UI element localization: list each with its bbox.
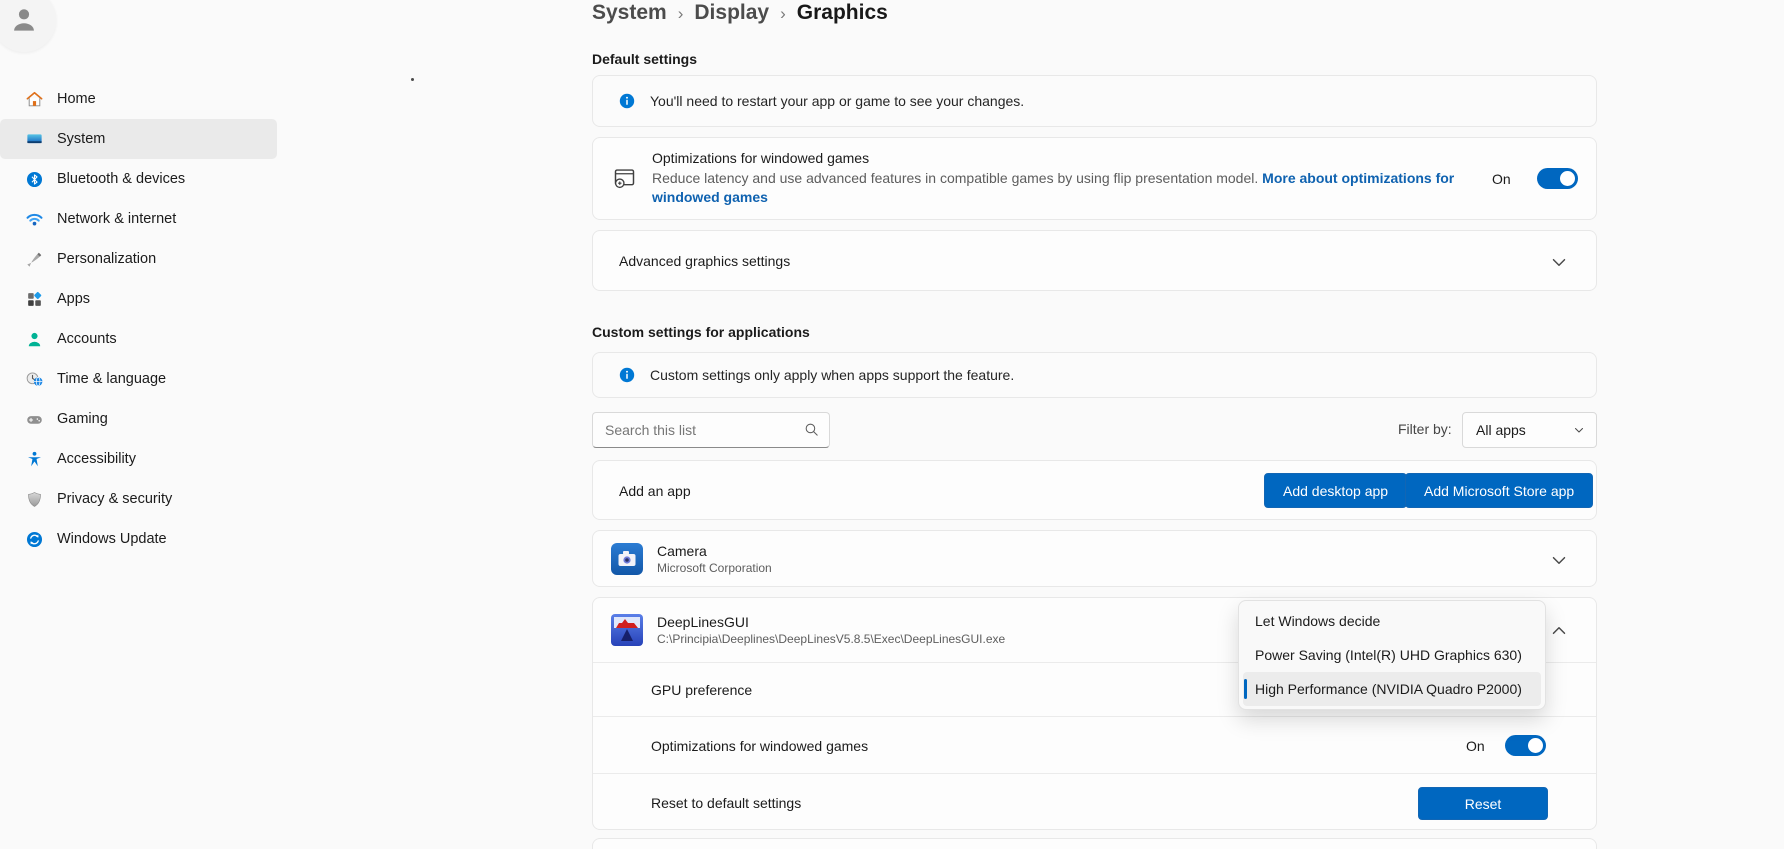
sidebar-item-label: Accounts xyxy=(57,331,117,347)
deeplines-optimizations-row: Optimizations for windowed games On xyxy=(593,716,1596,773)
gpu-preference-dropdown: Let Windows decide Power Saving (Intel(R… xyxy=(1238,600,1546,710)
breadcrumb-separator: › xyxy=(780,3,786,24)
info-icon xyxy=(618,92,636,110)
gaming-icon xyxy=(25,410,44,429)
windowed-games-icon xyxy=(611,165,638,192)
user-avatar[interactable] xyxy=(0,0,56,52)
sidebar-item-system[interactable]: System xyxy=(0,119,277,159)
chevron-up-icon[interactable] xyxy=(1548,620,1570,642)
sidebar-item-label: Personalization xyxy=(57,251,156,267)
sidebar-item-label: Time & language xyxy=(57,371,166,387)
time-language-icon xyxy=(25,370,44,389)
sidebar-item-gaming[interactable]: Gaming xyxy=(0,399,277,439)
windows-update-icon xyxy=(25,530,44,549)
system-icon xyxy=(25,130,44,149)
breadcrumb-display[interactable]: Display xyxy=(694,1,769,25)
info-icon xyxy=(618,366,636,384)
gpu-option-power-saving[interactable]: Power Saving (Intel(R) UHD Graphics 630) xyxy=(1243,638,1541,672)
sidebar-item-privacy[interactable]: Privacy & security xyxy=(0,479,277,519)
sidebar-item-label: System xyxy=(57,131,105,147)
chevron-down-icon xyxy=(1572,423,1586,437)
custom-settings-notice-banner: Custom settings only apply when apps sup… xyxy=(592,352,1597,398)
filter-by-label: Filter by: xyxy=(1398,421,1452,437)
breadcrumb-system[interactable]: System xyxy=(592,1,667,25)
windowed-games-toggle[interactable] xyxy=(1537,168,1578,189)
home-icon xyxy=(25,90,44,109)
custom-settings-notice-text: Custom settings only apply when apps sup… xyxy=(650,367,1014,383)
deeplines-app-name: DeepLinesGUI xyxy=(657,614,1005,630)
breadcrumb-separator: › xyxy=(678,3,684,24)
windowed-games-description: Reduce latency and use advanced features… xyxy=(652,169,1482,207)
person-icon xyxy=(7,3,41,37)
add-store-app-button[interactable]: Add Microsoft Store app xyxy=(1405,473,1593,508)
sidebar-item-home[interactable]: Home xyxy=(0,79,277,119)
camera-app-icon xyxy=(611,543,643,575)
deeplines-optimizations-label: Optimizations for windowed games xyxy=(651,738,868,754)
sidebar-item-label: Apps xyxy=(57,291,90,307)
restart-notice-text: You'll need to restart your app or game … xyxy=(650,93,1024,109)
restart-notice-banner: You'll need to restart your app or game … xyxy=(592,75,1597,127)
gpu-option-high-performance[interactable]: High Performance (NVIDIA Quadro P2000) xyxy=(1243,672,1541,706)
deeplines-app-path: C:\Principia\Deeplines\DeepLinesV5.8.5\E… xyxy=(657,632,1005,646)
filter-dropdown[interactable]: All apps xyxy=(1462,412,1597,448)
personalization-icon xyxy=(25,250,44,269)
add-app-card: Add an app Add desktop app Add Microsoft… xyxy=(592,460,1597,520)
sidebar-item-accessibility[interactable]: Accessibility xyxy=(0,439,277,479)
cursor-dot xyxy=(411,78,414,81)
sidebar-item-personalization[interactable]: Personalization xyxy=(0,239,277,279)
sidebar-item-label: Accessibility xyxy=(57,451,136,467)
settings-window: Home System Bluetooth & devices Network … xyxy=(0,0,1784,849)
sidebar-item-label: Privacy & security xyxy=(57,491,172,507)
add-desktop-app-button[interactable]: Add desktop app xyxy=(1264,473,1407,508)
sidebar-item-label: Home xyxy=(57,91,96,107)
camera-app-publisher: Microsoft Corporation xyxy=(657,561,772,575)
sidebar-nav: Home System Bluetooth & devices Network … xyxy=(0,79,277,559)
sidebar-item-label: Network & internet xyxy=(57,211,176,227)
accounts-icon xyxy=(25,330,44,349)
deeplines-app-icon xyxy=(611,614,643,646)
sidebar-item-label: Windows Update xyxy=(57,531,167,547)
shield-icon xyxy=(25,490,44,509)
filter-value: All apps xyxy=(1476,422,1526,438)
sidebar-item-bluetooth[interactable]: Bluetooth & devices xyxy=(0,159,277,199)
reset-button[interactable]: Reset xyxy=(1418,787,1548,820)
windowed-games-title: Optimizations for windowed games xyxy=(652,150,1482,166)
sidebar-item-label: Bluetooth & devices xyxy=(57,171,185,187)
toggle-state-label: On xyxy=(1466,738,1485,754)
reset-row: Reset to default settings Reset xyxy=(593,773,1596,831)
breadcrumb: System › Display › Graphics xyxy=(592,1,888,25)
toggle-state-label: On xyxy=(1492,171,1511,187)
gpu-preference-label: GPU preference xyxy=(651,682,752,698)
sidebar-item-network[interactable]: Network & internet xyxy=(0,199,277,239)
advanced-graphics-label: Advanced graphics settings xyxy=(619,253,790,269)
sidebar-item-time-language[interactable]: Time & language xyxy=(0,359,277,399)
windowed-games-setting-card: Optimizations for windowed games Reduce … xyxy=(592,137,1597,220)
camera-app-expander[interactable]: Camera Microsoft Corporation xyxy=(592,530,1597,587)
gpu-option-let-windows-decide[interactable]: Let Windows decide xyxy=(1243,604,1541,638)
chevron-down-icon[interactable] xyxy=(1548,549,1570,571)
accessibility-icon xyxy=(25,450,44,469)
sidebar-item-label: Gaming xyxy=(57,411,108,427)
reset-label: Reset to default settings xyxy=(651,795,801,811)
advanced-graphics-expander[interactable]: Advanced graphics settings xyxy=(592,230,1597,291)
breadcrumb-graphics: Graphics xyxy=(797,1,888,25)
windowed-games-description-text: Reduce latency and use advanced features… xyxy=(652,170,1262,186)
camera-app-name: Camera xyxy=(657,543,772,559)
network-icon xyxy=(25,210,44,229)
sidebar-item-apps[interactable]: Apps xyxy=(0,279,277,319)
apps-icon xyxy=(25,290,44,309)
sidebar-item-accounts[interactable]: Accounts xyxy=(0,319,277,359)
search-icon xyxy=(803,421,820,438)
next-app-card-partial[interactable] xyxy=(592,838,1597,849)
custom-settings-heading: Custom settings for applications xyxy=(592,324,810,340)
deeplines-optimizations-toggle[interactable] xyxy=(1505,735,1546,756)
add-app-label: Add an app xyxy=(619,483,691,499)
search-box xyxy=(592,412,830,448)
chevron-down-icon[interactable] xyxy=(1548,251,1570,273)
bluetooth-icon xyxy=(25,170,44,189)
search-input[interactable] xyxy=(592,412,830,448)
default-settings-heading: Default settings xyxy=(592,51,697,67)
sidebar-item-windows-update[interactable]: Windows Update xyxy=(0,519,277,559)
